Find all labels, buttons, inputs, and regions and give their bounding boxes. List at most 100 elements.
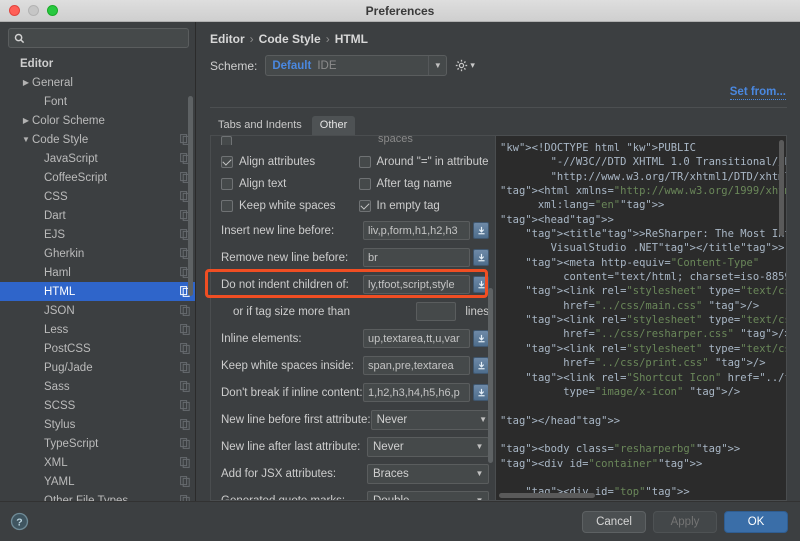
checkbox-keep-white-spaces[interactable]: Keep white spaces: [221, 195, 359, 217]
field-input[interactable]: 1,h2,h3,h4,h5,h6,p: [363, 383, 470, 402]
expand-icon[interactable]: [473, 384, 489, 401]
chevron-down-icon[interactable]: ▼: [471, 438, 488, 456]
cut-off-checkbox[interactable]: [221, 136, 232, 145]
zoom-button[interactable]: [47, 5, 58, 16]
minimize-button[interactable]: [28, 5, 39, 16]
chevron-down-icon[interactable]: ▼: [20, 130, 32, 149]
copy-scheme-icon[interactable]: [179, 495, 191, 501]
checkbox-box[interactable]: [221, 156, 233, 168]
breadcrumb-html[interactable]: HTML: [335, 32, 368, 46]
chevron-down-icon[interactable]: ▼: [428, 56, 446, 75]
sidebar-item-less[interactable]: Less: [0, 320, 195, 339]
field-input[interactable]: ly,tfoot,script,style: [363, 275, 470, 294]
chevron-down-icon[interactable]: ▼: [471, 465, 488, 483]
breadcrumb-code-style[interactable]: Code Style: [259, 32, 321, 46]
sidebar-item-sass[interactable]: Sass: [0, 377, 195, 396]
expand-icon[interactable]: [473, 249, 489, 266]
sidebar-scrollbar[interactable]: [188, 96, 193, 296]
breadcrumb-editor[interactable]: Editor: [210, 32, 245, 46]
chevron-right-icon[interactable]: ▶: [20, 73, 32, 92]
field-label: Keep white spaces inside:: [221, 359, 354, 372]
sidebar-item-stylus[interactable]: Stylus: [0, 415, 195, 434]
sidebar-item-yaml[interactable]: YAML: [0, 472, 195, 491]
sidebar-item-pug-jade[interactable]: Pug/Jade: [0, 358, 195, 377]
sidebar-item-code-style[interactable]: ▼ Code Style: [0, 130, 195, 149]
sidebar-item-xml[interactable]: XML: [0, 453, 195, 472]
settings-tabs[interactable]: Tabs and Indents Other: [196, 108, 800, 135]
checkbox-box[interactable]: [358, 178, 371, 190]
expand-icon[interactable]: [473, 222, 489, 239]
search-input[interactable]: [29, 32, 183, 44]
sidebar-item-ejs[interactable]: EJS: [0, 225, 195, 244]
scheme-gear-button[interactable]: ▾: [455, 59, 475, 72]
sidebar-item-gherkin[interactable]: Gherkin: [0, 244, 195, 263]
chevron-down-icon[interactable]: ▼: [471, 492, 488, 500]
sidebar-item-scss[interactable]: SCSS: [0, 396, 195, 415]
sidebar-item-html[interactable]: HTML: [0, 282, 195, 301]
select-box[interactable]: Never ▼: [367, 436, 489, 457]
preview-vertical-scrollbar[interactable]: [779, 140, 784, 236]
sidebar-item-coffeescript[interactable]: CoffeeScript: [0, 168, 195, 187]
field-input[interactable]: br: [363, 248, 470, 267]
copy-scheme-icon[interactable]: [179, 438, 191, 449]
tab-tabs-and-indents[interactable]: Tabs and Indents: [210, 116, 310, 135]
copy-scheme-icon[interactable]: [179, 381, 191, 392]
copy-scheme-icon[interactable]: [179, 419, 191, 430]
sidebar-item-haml[interactable]: Haml: [0, 263, 195, 282]
select-box[interactable]: Never ▼: [370, 409, 493, 430]
sidebar-item-font[interactable]: Font: [0, 92, 195, 111]
settings-tree[interactable]: Editor ▶ General Font ▶ Color Scheme ▼ Code Sty…: [0, 52, 195, 501]
checkbox-align-text[interactable]: Align text: [221, 173, 359, 195]
copy-scheme-icon[interactable]: [179, 305, 191, 316]
checkbox-box[interactable]: [358, 156, 371, 168]
preview-horizontal-scrollbar[interactable]: [499, 493, 595, 498]
sidebar-item-json[interactable]: JSON: [0, 301, 195, 320]
sidebar-item-editor[interactable]: Editor: [0, 54, 195, 73]
tab-other[interactable]: Other: [311, 116, 356, 135]
search-box[interactable]: [8, 28, 189, 48]
expand-icon[interactable]: [473, 357, 489, 374]
sidebar-item-postcss[interactable]: PostCSS: [0, 339, 195, 358]
sidebar-item-css[interactable]: CSS: [0, 187, 195, 206]
sidebar-item-general[interactable]: ▶ General: [0, 73, 195, 92]
checkbox-box[interactable]: [358, 200, 371, 212]
field-input[interactable]: up,textarea,tt,u,var: [363, 329, 470, 348]
sidebar-item-color-scheme[interactable]: ▶ Color Scheme: [0, 111, 195, 130]
ok-button[interactable]: OK: [724, 510, 788, 533]
checkbox-around-in-attribute[interactable]: Around "=" in attribute: [358, 151, 496, 173]
code-preview[interactable]: "kw"><!DOCTYPE html "kw">PUBLIC "-//W3C/…: [496, 136, 786, 500]
sidebar-item-typescript[interactable]: TypeScript: [0, 434, 195, 453]
sidebar-item-dart[interactable]: Dart: [0, 206, 195, 225]
copy-scheme-icon[interactable]: [179, 457, 191, 468]
cancel-button[interactable]: Cancel: [582, 510, 646, 533]
sidebar-item-label: SCSS: [44, 399, 76, 412]
sidebar-item-other-file-types[interactable]: Other File Types: [0, 491, 195, 501]
field-label: Don't break if inline content:: [221, 386, 363, 399]
tag-size-input[interactable]: [416, 302, 457, 321]
chevron-right-icon[interactable]: ▶: [20, 111, 32, 130]
copy-scheme-icon[interactable]: [179, 343, 191, 354]
field-input[interactable]: span,pre,textarea: [363, 356, 470, 375]
scheme-dropdown[interactable]: Default IDE ▼: [265, 55, 448, 76]
select-box[interactable]: Double ▼: [367, 490, 489, 500]
close-button[interactable]: [9, 5, 20, 16]
settings-pane-scrollbar[interactable]: [488, 288, 493, 463]
help-icon[interactable]: ?: [10, 512, 29, 531]
checkbox-align-attributes[interactable]: Align attributes: [221, 151, 359, 173]
checkbox-box[interactable]: [221, 200, 233, 212]
copy-scheme-icon[interactable]: [179, 324, 191, 335]
expand-icon[interactable]: [473, 276, 489, 293]
sidebar-item-javascript[interactable]: JavaScript: [0, 149, 195, 168]
select-control: Double ▼: [367, 490, 495, 500]
copy-scheme-icon[interactable]: [179, 400, 191, 411]
checkbox-in-empty-tag[interactable]: In empty tag: [358, 195, 496, 217]
field-input[interactable]: liv,p,form,h1,h2,h3: [363, 221, 470, 240]
apply-button[interactable]: Apply: [653, 510, 717, 533]
copy-scheme-icon[interactable]: [179, 476, 191, 487]
checkbox-box[interactable]: [221, 178, 233, 190]
copy-scheme-icon[interactable]: [179, 362, 191, 373]
checkbox-after-tag-name[interactable]: After tag name: [358, 173, 496, 195]
expand-icon[interactable]: [473, 330, 489, 347]
set-from-link[interactable]: Set from...: [729, 86, 786, 100]
select-box[interactable]: Braces ▼: [367, 463, 489, 484]
